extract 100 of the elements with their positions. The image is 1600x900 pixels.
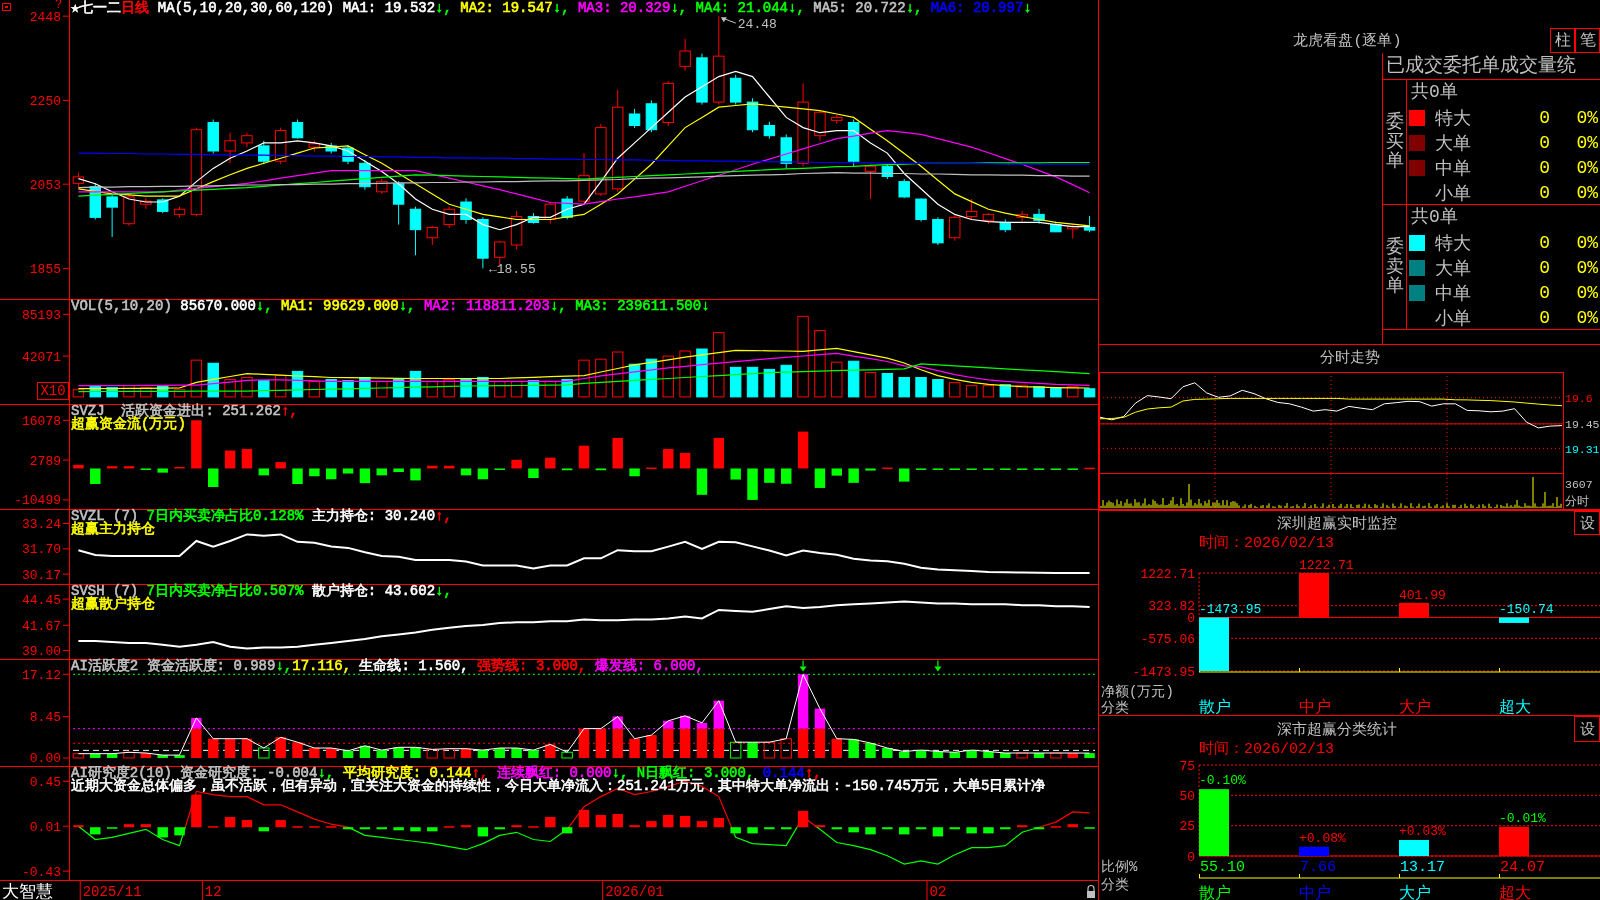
flow-bar bbox=[191, 420, 202, 469]
research-bar bbox=[595, 815, 607, 828]
axis-label: 2448 bbox=[29, 9, 61, 25]
order-count: 0 bbox=[1538, 182, 1550, 203]
volume-bar bbox=[864, 371, 877, 398]
candle bbox=[156, 197, 169, 214]
candle bbox=[443, 206, 455, 229]
volume-bar bbox=[106, 387, 118, 398]
research-bar bbox=[966, 827, 977, 834]
axis-label: 0.00 bbox=[29, 751, 61, 766]
candle bbox=[224, 132, 236, 164]
panel-title: 龙虎看盘(逐单) bbox=[1292, 31, 1403, 52]
flow-bar bbox=[123, 466, 135, 469]
flow-bar bbox=[477, 468, 489, 480]
flow-bar bbox=[663, 449, 674, 469]
volume-bar bbox=[561, 379, 573, 398]
view-button[interactable]: 笔 bbox=[1575, 28, 1600, 53]
research-bar bbox=[1016, 825, 1028, 828]
flow-bar bbox=[578, 445, 590, 469]
order-percent: 0% bbox=[1575, 107, 1598, 128]
axis-label: 19.6 bbox=[1565, 392, 1593, 406]
flow-bar bbox=[208, 468, 219, 488]
candle bbox=[999, 218, 1012, 233]
axis-label: 1222.71 bbox=[1140, 566, 1195, 582]
view-button[interactable]: 柱 bbox=[1550, 28, 1575, 53]
volume-bar bbox=[628, 363, 641, 398]
research-bar bbox=[258, 827, 270, 832]
flow-bar bbox=[1084, 467, 1095, 470]
order-count: 0 bbox=[1538, 232, 1550, 253]
research-bar bbox=[865, 827, 876, 835]
activity-bar bbox=[814, 708, 826, 729]
volume-bar bbox=[780, 364, 792, 398]
down-arrow-icon bbox=[799, 660, 807, 672]
value-label: 401.99 bbox=[1399, 587, 1446, 603]
volume-bar bbox=[190, 359, 203, 398]
candle bbox=[1083, 215, 1096, 233]
flow-bar bbox=[309, 468, 320, 477]
candle bbox=[544, 201, 556, 225]
candle bbox=[1016, 210, 1028, 223]
group-label: 委卖单 bbox=[1385, 237, 1404, 298]
research-bar bbox=[747, 827, 758, 834]
flow-bar bbox=[561, 468, 573, 471]
volume-bar bbox=[224, 379, 236, 398]
research-bar bbox=[477, 827, 489, 837]
flow-bar bbox=[545, 457, 556, 469]
candle bbox=[965, 198, 978, 220]
research-bar bbox=[73, 825, 84, 828]
volume-label: 3607 bbox=[1565, 478, 1593, 491]
settings-button[interactable]: 设 bbox=[1574, 716, 1600, 742]
value-label: 7.66 bbox=[1300, 859, 1336, 876]
flow-bar bbox=[831, 468, 842, 476]
research-bar bbox=[983, 827, 994, 834]
research-bar bbox=[882, 827, 893, 830]
candle bbox=[460, 197, 472, 225]
candle bbox=[426, 225, 439, 246]
flow-bar bbox=[90, 468, 101, 485]
research-bar bbox=[713, 818, 725, 828]
candle bbox=[72, 172, 85, 189]
candle bbox=[645, 99, 658, 133]
candle bbox=[308, 140, 321, 152]
volume-bar bbox=[510, 381, 523, 398]
date-label: 2025/11 bbox=[82, 884, 142, 900]
flow-bar bbox=[73, 464, 84, 469]
brand-label: 大智慧 bbox=[2, 883, 53, 900]
candle bbox=[746, 97, 759, 133]
flow-bar bbox=[292, 468, 303, 485]
candle bbox=[949, 214, 961, 242]
flow-bar bbox=[427, 465, 438, 469]
value-label: -1473.95 bbox=[1199, 602, 1262, 618]
candle bbox=[1050, 221, 1062, 233]
volume-bar bbox=[831, 361, 843, 398]
flow-bar bbox=[224, 450, 236, 469]
research-bar bbox=[191, 794, 202, 828]
research-bar bbox=[949, 827, 960, 830]
order-total: 共0单 bbox=[1410, 81, 1459, 104]
volume-bar bbox=[982, 385, 995, 398]
settings-button[interactable]: 设 bbox=[1574, 511, 1600, 535]
order-percent: 0% bbox=[1575, 157, 1598, 178]
date-label: 2026/01 bbox=[605, 884, 664, 900]
order-size-label: 小单 bbox=[1435, 182, 1472, 205]
candle bbox=[982, 212, 995, 225]
change-label: +0.03% bbox=[1399, 824, 1446, 839]
category-label: 散户 bbox=[1199, 885, 1231, 900]
volume-bar bbox=[949, 382, 961, 398]
price-annotation: ←18.55 bbox=[488, 262, 536, 278]
time-label: 时间：2026/02/13 bbox=[1198, 742, 1335, 757]
candle bbox=[561, 195, 573, 220]
volume-bar bbox=[915, 377, 927, 398]
candle bbox=[864, 165, 877, 200]
research-bar bbox=[410, 827, 421, 832]
candle bbox=[729, 74, 742, 106]
flow-bar bbox=[157, 468, 168, 473]
volume-bar bbox=[241, 377, 253, 398]
flow-bar bbox=[747, 468, 758, 500]
volume-bar bbox=[713, 332, 725, 398]
axis-title: 分类 bbox=[1101, 877, 1129, 893]
panel-title: 深市超赢分类统计 bbox=[1275, 720, 1398, 739]
volume-bar bbox=[392, 379, 405, 398]
flow-bar bbox=[342, 468, 354, 474]
volume-bar bbox=[140, 387, 152, 398]
